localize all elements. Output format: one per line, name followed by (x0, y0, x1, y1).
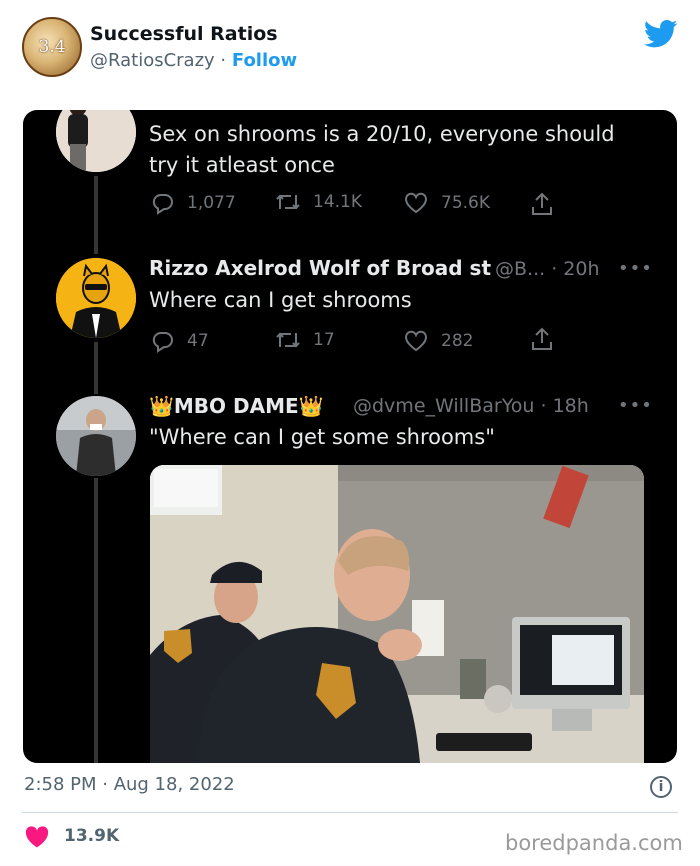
crown-emoji: 👑 (298, 394, 324, 418)
tweet-text: "Where can I get some shrooms" (149, 425, 495, 449)
retweet-icon (276, 194, 300, 210)
handle-separator: · (214, 50, 232, 71)
author-handle[interactable]: @RatiosCrazy (90, 50, 215, 71)
reply-count: 47 (187, 331, 209, 351)
like-button[interactable]: 75.6K (403, 191, 490, 215)
crown-emoji: 👑 (149, 394, 174, 418)
retweet-button[interactable]: 17 (275, 329, 335, 351)
retweet-icon (276, 332, 300, 348)
info-icon[interactable]: i (650, 776, 672, 798)
tweet-handle-time: @B... · 20h (495, 258, 600, 280)
heart-filled-icon[interactable] (25, 825, 49, 849)
tweet-author-name[interactable]: 👑MBO DAME👑 (149, 394, 324, 418)
person-photo-icon (56, 396, 136, 476)
tweet-author-name[interactable]: Rizzo Axelrod Wolf of Broad st (149, 256, 491, 280)
thread-line (94, 176, 98, 254)
reply-count: 1,077 (187, 193, 236, 213)
retweet-count: 14.1K (313, 192, 362, 212)
embedded-screenshot: Sex on shrooms is a 20/10, everyone shou… (23, 110, 677, 763)
reply-button[interactable]: 1,077 (151, 191, 236, 215)
author-name[interactable]: Successful Ratios (90, 23, 278, 45)
reply-icon (152, 331, 173, 353)
author-handle-row: @RatiosCrazy · Follow (90, 50, 297, 71)
heart-outline-icon (405, 192, 427, 214)
user-avatar[interactable] (56, 396, 136, 476)
tweet-text: Where can I get shrooms (149, 288, 412, 312)
watermark: boredpanda.com (505, 831, 683, 855)
share-icon[interactable] (530, 191, 554, 217)
wolf-in-suit-icon (56, 258, 136, 338)
footer-divider (22, 812, 678, 813)
like-button[interactable]: 282 (403, 329, 473, 353)
share-icon[interactable] (530, 326, 554, 352)
person-photo-icon (56, 110, 136, 172)
thread-line (94, 342, 98, 394)
reply-button[interactable]: 47 (151, 329, 209, 353)
police-officers-photo (150, 465, 644, 763)
like-count: 75.6K (441, 193, 490, 213)
retweet-count: 17 (313, 330, 335, 350)
like-count: 13.9K (64, 826, 120, 846)
follow-button[interactable]: Follow (232, 50, 297, 71)
like-count: 282 (441, 331, 474, 351)
retweet-button[interactable]: 14.1K (275, 191, 362, 213)
tweet-timestamp[interactable]: 2:58 PM · Aug 18, 2022 (24, 774, 235, 795)
tweet-text: try it atleast once (149, 153, 335, 177)
avatar-text: 3.4 (38, 37, 66, 57)
reply-icon (152, 193, 173, 215)
twitter-bird-icon[interactable] (644, 19, 678, 49)
user-avatar[interactable] (56, 110, 136, 172)
tweet-media-photo[interactable] (150, 465, 644, 763)
thread-line (94, 478, 98, 763)
user-avatar[interactable] (56, 258, 136, 338)
heart-outline-icon (405, 330, 427, 352)
tweet-text: Sex on shrooms is a 20/10, everyone shou… (149, 122, 615, 146)
tweet-handle-time: @dvme_WillBarYou · 18h (353, 395, 589, 417)
more-options-icon[interactable]: ••• (618, 395, 653, 416)
author-avatar[interactable]: 3.4 (22, 17, 82, 77)
tweet-author-name-text: MBO DAME (173, 394, 299, 418)
more-options-icon[interactable]: ••• (618, 258, 653, 279)
